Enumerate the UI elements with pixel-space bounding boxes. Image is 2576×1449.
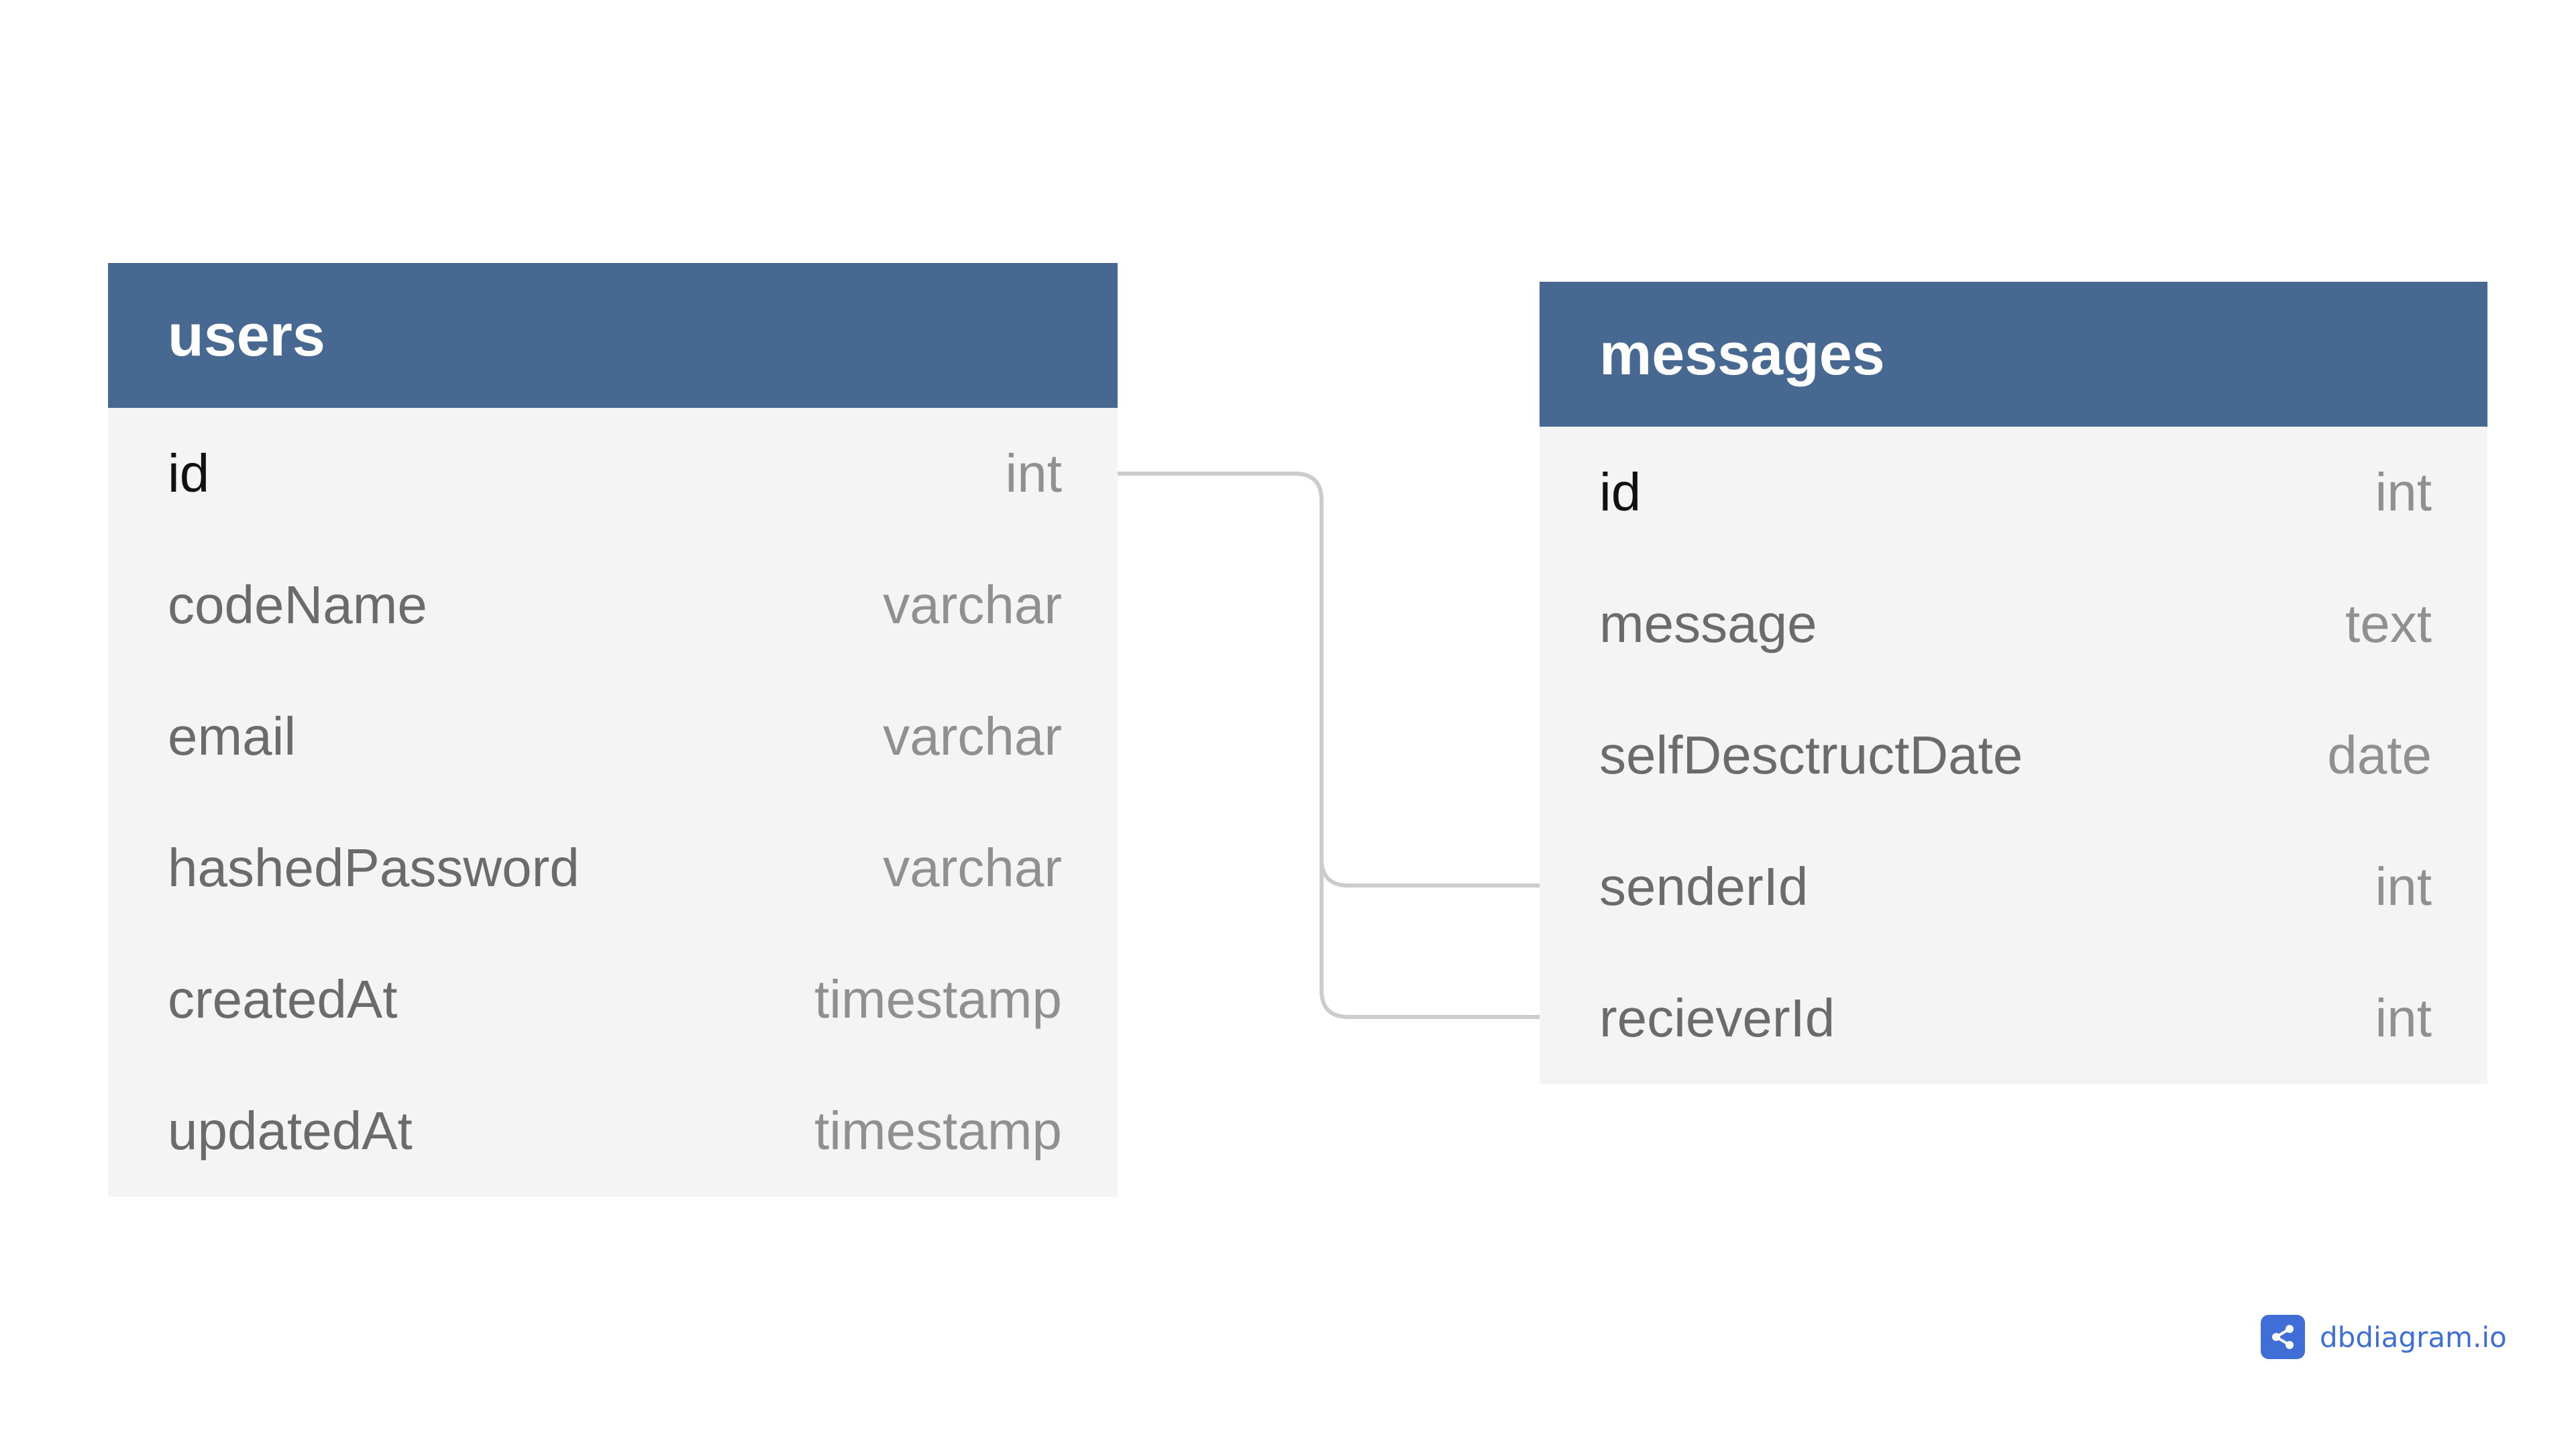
table-row[interactable]: codeName varchar: [108, 539, 1118, 671]
table-users[interactable]: users id int codeName varchar email varc…: [108, 263, 1118, 1197]
column-name: message: [1599, 594, 1817, 653]
column-name: email: [168, 706, 297, 766]
column-name: recieverId: [1599, 988, 1835, 1048]
table-title: users: [168, 302, 325, 368]
table-row[interactable]: email varchar: [108, 671, 1118, 802]
column-type: timestamp: [814, 969, 1062, 1029]
table-row[interactable]: updatedAt timestamp: [108, 1065, 1118, 1197]
column-name: id: [168, 443, 210, 503]
column-type: int: [2375, 857, 2432, 916]
table-title: messages: [1599, 321, 1885, 387]
column-name: codeName: [168, 575, 427, 635]
column-type: date: [2327, 725, 2432, 785]
column-name: updatedAt: [168, 1101, 413, 1161]
table-row[interactable]: createdAt timestamp: [108, 934, 1118, 1065]
relation-users-id-to-messages-recieverId[interactable]: [1294, 472, 1540, 1019]
table-messages[interactable]: messages id int message text selfDesctru…: [1540, 282, 2487, 1084]
table-row[interactable]: id int: [1540, 427, 2487, 558]
column-type: int: [1005, 443, 1063, 503]
column-type: int: [2375, 988, 2432, 1048]
column-name: createdAt: [168, 969, 398, 1029]
column-name: id: [1599, 462, 1642, 522]
column-name: hashedPassword: [168, 838, 580, 898]
column-type: timestamp: [814, 1101, 1062, 1161]
column-name: senderId: [1599, 857, 1809, 916]
column-type: varchar: [883, 706, 1062, 766]
table-row[interactable]: hashedPassword varchar: [108, 802, 1118, 934]
brand-name: dbdiagram.io: [2320, 1320, 2507, 1354]
brand-watermark[interactable]: dbdiagram.io: [2261, 1315, 2507, 1359]
relation-users-id-to-messages-senderId[interactable]: [1118, 472, 1540, 888]
diagram-canvas: users id int codeName varchar email varc…: [0, 0, 2576, 1449]
column-type: text: [2345, 594, 2432, 653]
table-row[interactable]: senderId int: [1540, 821, 2487, 953]
table-header-users[interactable]: users: [108, 263, 1118, 408]
table-row[interactable]: recieverId int: [1540, 953, 2487, 1084]
table-row[interactable]: message text: [1540, 558, 2487, 690]
column-type: varchar: [883, 575, 1062, 635]
column-type: varchar: [883, 838, 1062, 898]
table-row[interactable]: selfDesctructDate date: [1540, 690, 2487, 821]
column-type: int: [2375, 462, 2432, 522]
table-header-messages[interactable]: messages: [1540, 282, 2487, 427]
share-nodes-icon: [2261, 1315, 2305, 1359]
column-name: selfDesctructDate: [1599, 725, 2023, 785]
table-row[interactable]: id int: [108, 408, 1118, 539]
